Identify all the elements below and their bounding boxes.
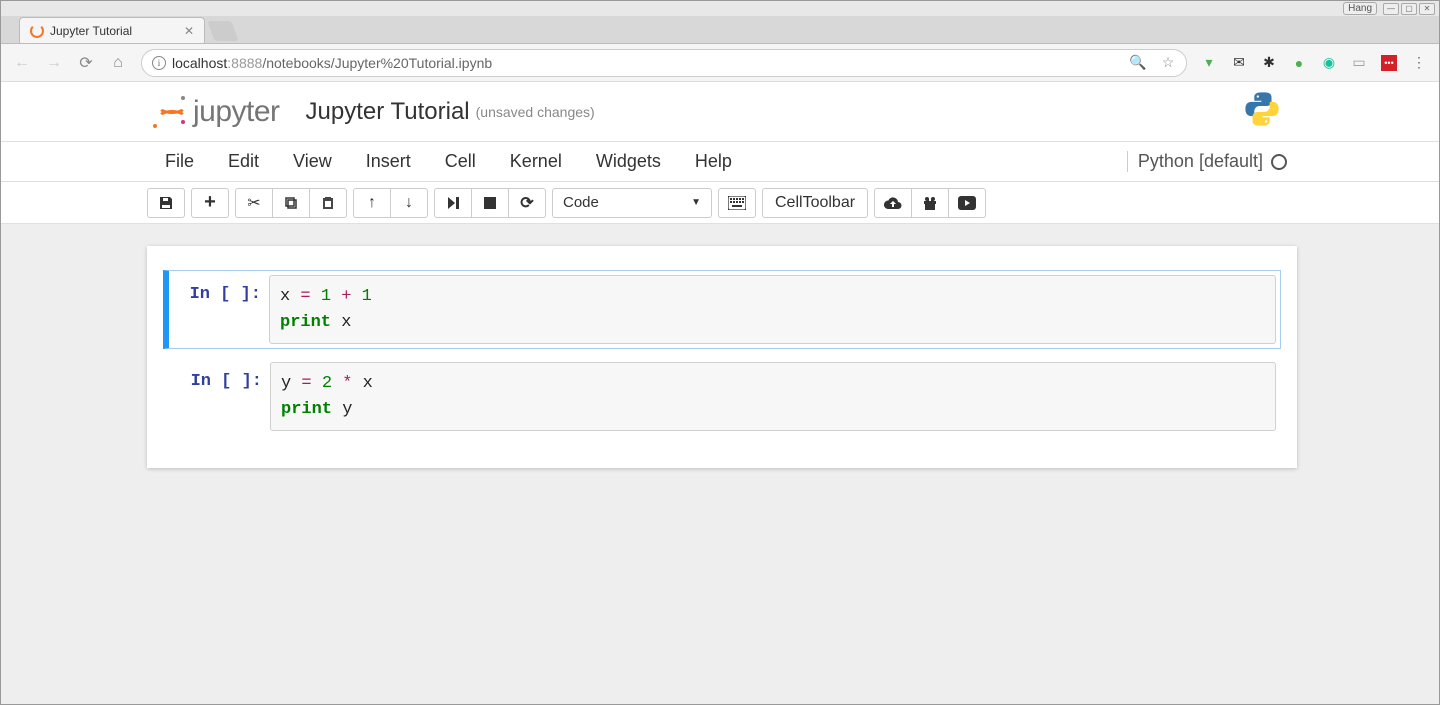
move-down-button[interactable]: ↓	[390, 188, 428, 218]
cell-type-select[interactable]: Code ▼	[552, 188, 712, 218]
forward-button[interactable]: →	[45, 54, 63, 72]
gift-button[interactable]	[911, 188, 949, 218]
browser-tab[interactable]: Jupyter Tutorial ✕	[19, 17, 205, 43]
page-viewport: jupyter Jupyter Tutorial (unsaved change…	[1, 82, 1439, 704]
reload-button[interactable]: ⟳	[77, 53, 95, 73]
url-bar[interactable]: i localhost:8888/notebooks/Jupyter%20Tut…	[141, 49, 1187, 77]
menu-edit[interactable]: Edit	[216, 145, 281, 178]
interrupt-button[interactable]	[471, 188, 509, 218]
maximize-button[interactable]: ▢	[1401, 3, 1417, 15]
menu-insert[interactable]: Insert	[354, 145, 433, 178]
copy-icon	[283, 195, 299, 211]
command-palette-button[interactable]	[718, 188, 756, 218]
menu-cell[interactable]: Cell	[433, 145, 498, 178]
menu-view[interactable]: View	[281, 145, 354, 178]
jupyter-header: jupyter Jupyter Tutorial (unsaved change…	[1, 82, 1439, 142]
extension-dot-icon[interactable]: ●	[1291, 55, 1307, 71]
url-port: :8888	[227, 55, 262, 71]
url-host: localhost	[172, 55, 227, 71]
grammarly-icon[interactable]: ◉	[1321, 55, 1337, 71]
app-window: Hang — ▢ ✕ Jupyter Tutorial ✕ ← → ⟳ ⌂ i …	[0, 0, 1440, 705]
hang-indicator: Hang	[1343, 2, 1377, 15]
jupyter-menubar: FileEditViewInsertCellKernelWidgetsHelp …	[1, 142, 1439, 182]
browser-menu-icon[interactable]: ⋮	[1411, 55, 1427, 71]
run-button[interactable]	[434, 188, 472, 218]
tab-close-icon[interactable]: ✕	[184, 24, 194, 38]
chat-icon[interactable]: ▭	[1351, 55, 1367, 71]
bookmark-star-icon[interactable]: ☆	[1160, 55, 1176, 71]
new-tab-button[interactable]	[207, 21, 238, 41]
move-up-button[interactable]: ↑	[353, 188, 391, 218]
lastpass-icon[interactable]: •••	[1381, 55, 1397, 71]
scissors-icon: ✂	[247, 193, 260, 213]
code-cell[interactable]: In [ ]:y = 2 * xprint y	[163, 357, 1281, 436]
mail-icon[interactable]: ✉	[1231, 55, 1247, 71]
notebook-scroll-area[interactable]: In [ ]:x = 1 + 1print xIn [ ]:y = 2 * xp…	[1, 224, 1439, 704]
arrow-up-icon: ↑	[368, 194, 376, 212]
cell-prompt: In [ ]:	[169, 275, 269, 344]
kernel-name: Python [default]	[1138, 151, 1263, 172]
video-button[interactable]	[948, 188, 986, 218]
code-input[interactable]: y = 2 * xprint y	[270, 362, 1276, 431]
stop-icon	[483, 196, 497, 210]
save-button[interactable]	[147, 188, 185, 218]
zoom-icon[interactable]: 🔍	[1130, 55, 1146, 71]
add-cell-button[interactable]: +	[191, 188, 229, 218]
cloud-upload-icon	[884, 196, 902, 210]
notebook-container: In [ ]:x = 1 + 1print xIn [ ]:y = 2 * xp…	[147, 246, 1297, 468]
tab-title: Jupyter Tutorial	[50, 24, 132, 38]
notebook-title[interactable]: Jupyter Tutorial	[306, 98, 470, 126]
save-icon	[158, 195, 174, 211]
paste-icon	[320, 195, 336, 211]
jupyter-toolbar: + ✂ ↑ ↓ ⟳	[1, 182, 1439, 224]
menu-widgets[interactable]: Widgets	[584, 145, 683, 178]
browser-addressbar: ← → ⟳ ⌂ i localhost:8888/notebooks/Jupyt…	[1, 44, 1439, 82]
chevron-down-icon: ▼	[691, 197, 701, 208]
menu-help[interactable]: Help	[683, 145, 754, 178]
evernote-icon[interactable]: ✱	[1261, 55, 1277, 71]
cloud-upload-button[interactable]	[874, 188, 912, 218]
minimize-button[interactable]: —	[1383, 3, 1399, 15]
notebook-save-status: (unsaved changes)	[476, 104, 595, 120]
url-path: /notebooks/Jupyter%20Tutorial.ipynb	[262, 55, 492, 71]
cell-type-value: Code	[563, 194, 599, 211]
gift-icon	[922, 195, 938, 211]
code-input[interactable]: x = 1 + 1print x	[269, 275, 1276, 344]
restart-button[interactable]: ⟳	[508, 188, 546, 218]
extension-icon-1[interactable]: ▾	[1201, 55, 1217, 71]
kernel-status-icon	[1271, 154, 1287, 170]
code-cell[interactable]: In [ ]:x = 1 + 1print x	[163, 270, 1281, 349]
menu-file[interactable]: File	[153, 145, 216, 178]
close-window-button[interactable]: ✕	[1419, 3, 1435, 15]
celltoolbar-button[interactable]: CellToolbar	[762, 188, 868, 218]
menu-kernel[interactable]: Kernel	[498, 145, 584, 178]
arrow-down-icon: ↓	[405, 194, 413, 212]
restart-icon: ⟳	[520, 193, 533, 213]
jupyter-logo-mark	[153, 96, 185, 128]
back-button[interactable]: ←	[13, 54, 31, 72]
copy-button[interactable]	[272, 188, 310, 218]
site-info-icon[interactable]: i	[152, 56, 166, 70]
video-icon	[958, 196, 976, 210]
jupyter-logo-text: jupyter	[193, 95, 280, 129]
paste-button[interactable]	[309, 188, 347, 218]
cell-prompt: In [ ]:	[170, 362, 270, 431]
kernel-logo	[1243, 90, 1281, 133]
home-button[interactable]: ⌂	[109, 54, 127, 72]
run-icon	[446, 196, 460, 210]
cut-button[interactable]: ✂	[235, 188, 273, 218]
jupyter-favicon	[30, 24, 44, 38]
browser-tabstrip: Jupyter Tutorial ✕	[1, 16, 1439, 44]
kernel-indicator[interactable]: Python [default]	[1127, 151, 1287, 172]
titlebar: Hang — ▢ ✕	[1, 1, 1439, 16]
keyboard-icon	[728, 196, 746, 210]
jupyter-logo[interactable]: jupyter	[153, 95, 280, 129]
